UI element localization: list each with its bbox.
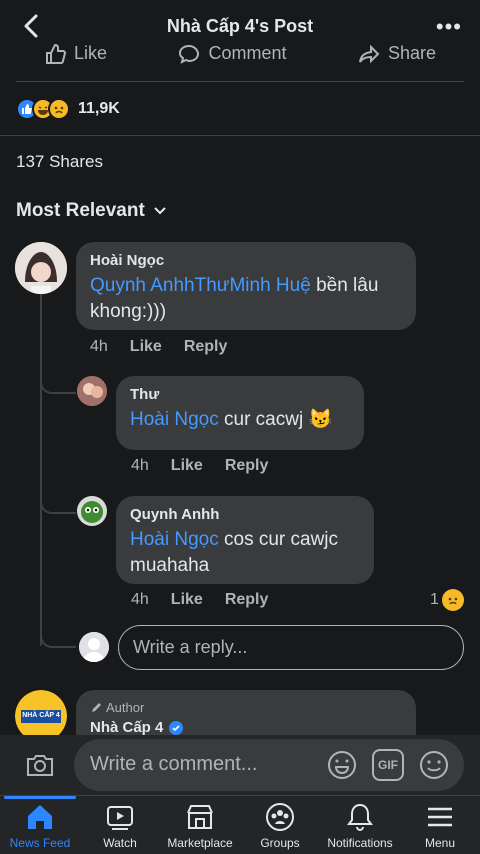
comment-author[interactable]: Thư xyxy=(130,386,350,403)
thread-connector xyxy=(40,622,76,648)
comment-time: 4h xyxy=(131,591,149,608)
comment-time: 4h xyxy=(90,338,108,355)
tab-label: Marketplace xyxy=(167,836,233,850)
menu-icon xyxy=(428,807,452,827)
comment-reply-button[interactable]: Reply xyxy=(225,457,269,475)
chevron-down-icon xyxy=(154,207,166,215)
sad-reaction-icon xyxy=(441,589,464,611)
tab-marketplace[interactable]: Marketplace xyxy=(160,796,240,854)
gif-label: GIF xyxy=(378,758,398,772)
comment-body: cur cacwj xyxy=(218,409,304,430)
pencil-icon xyxy=(92,702,101,712)
reply-bubble[interactable]: Quynh Anhh Hoài Ngọc cos cur cawjc muaha… xyxy=(116,496,374,584)
thread-connector xyxy=(40,370,76,394)
share-label: Share xyxy=(387,44,436,63)
tab-label: News Feed xyxy=(9,836,71,850)
comment-reaction[interactable]: 1 xyxy=(430,589,464,611)
comment-text: Hoài Ngọc cos cur cawjc muahaha xyxy=(130,527,360,579)
avatar[interactable] xyxy=(15,242,67,294)
verified-badge-icon xyxy=(169,720,184,735)
comment-reply-button[interactable]: Reply xyxy=(184,338,228,356)
comment-input[interactable]: Write a comment... xyxy=(74,739,464,791)
thread-line xyxy=(40,292,42,646)
sticker-icon[interactable] xyxy=(326,749,358,781)
avatar[interactable] xyxy=(77,496,107,526)
comment-author[interactable]: Hoài Ngọc xyxy=(90,252,402,269)
comment-label: Comment xyxy=(208,44,287,63)
comment-text: Hoài Ngọc cur cacwj 😼 xyxy=(130,407,350,433)
bell-icon xyxy=(347,803,373,832)
comment-time: 4h xyxy=(131,457,149,474)
like-label: Like xyxy=(74,44,108,63)
author-tag: Author xyxy=(90,700,402,715)
comment-like-button[interactable]: Like xyxy=(130,338,162,356)
bottom-tab-bar: News Feed Watch Marketplace Groups Notif… xyxy=(0,795,480,854)
comment-like-button[interactable]: Like xyxy=(171,591,203,609)
sort-label: Most Relevant xyxy=(16,200,145,221)
shares-count[interactable]: 137 Shares xyxy=(16,152,103,172)
tab-label: Groups xyxy=(260,836,300,850)
thumbs-up-icon xyxy=(46,44,66,64)
reply-input[interactable]: Write a reply... xyxy=(118,625,464,670)
author-name: Nhà Cấp 4 xyxy=(90,719,164,736)
mention-link[interactable]: Hoài Ngọc xyxy=(130,409,219,430)
tab-label: Watch xyxy=(103,836,137,850)
more-options-icon[interactable]: ••• xyxy=(436,14,462,40)
sort-dropdown[interactable]: Most Relevant xyxy=(16,200,167,222)
reaction-summary[interactable]: 11,9K xyxy=(16,96,120,122)
comment-button[interactable]: Comment xyxy=(178,44,287,65)
comment-meta: 4h Like Reply xyxy=(131,457,268,475)
mention-link[interactable]: Hoài Ngọc xyxy=(130,529,219,550)
gif-button[interactable]: GIF xyxy=(372,749,404,781)
tab-watch[interactable]: Watch xyxy=(80,796,160,854)
share-button[interactable]: Share xyxy=(358,44,436,65)
author-tag-label: Author xyxy=(106,700,145,715)
tab-menu[interactable]: Menu xyxy=(400,796,480,854)
divider xyxy=(0,135,480,136)
tab-news-feed[interactable]: News Feed xyxy=(0,796,80,854)
comment-text: Quynh AnhhThưMinh Huệ bền lâu khong:))) xyxy=(90,273,402,325)
reply-bubble[interactable]: Thư Hoài Ngọc cur cacwj 😼 xyxy=(116,376,364,450)
like-button[interactable]: Like xyxy=(44,44,107,65)
page-avatar-logo-text: NHÀ CẤP 4 xyxy=(22,712,60,719)
avatar[interactable] xyxy=(77,376,107,406)
groups-icon xyxy=(266,803,294,831)
back-arrow-icon[interactable] xyxy=(18,12,46,40)
avatar xyxy=(79,632,109,662)
page-title: Nhà Cấp 4's Post xyxy=(166,15,314,36)
camera-icon[interactable] xyxy=(24,749,56,781)
comment-like-button[interactable]: Like xyxy=(171,457,203,475)
tab-label: Menu xyxy=(424,836,456,850)
reaction-count: 11,9K xyxy=(78,100,120,117)
tab-notifications[interactable]: Notifications xyxy=(320,796,400,854)
comment-author[interactable]: Quynh Anhh xyxy=(130,506,360,523)
emoji-icon[interactable] xyxy=(418,749,450,781)
store-icon xyxy=(187,805,213,829)
comment-reaction-count: 1 xyxy=(430,591,439,608)
mention-link[interactable]: Quynh AnhhThưMinh Huệ xyxy=(90,275,311,296)
comment-reply-button[interactable]: Reply xyxy=(225,591,269,609)
share-icon xyxy=(358,44,380,63)
sad-reaction-icon xyxy=(48,98,70,120)
comment-meta: 4h Like Reply xyxy=(131,591,268,609)
comment-meta: 4h Like Reply xyxy=(90,338,227,356)
comment-author[interactable]: Nhà Cấp 4 xyxy=(90,719,402,736)
tab-label: Notifications xyxy=(327,836,393,850)
comment-composer: Write a comment... GIF xyxy=(0,735,480,795)
smirk-cat-emoji-icon: 😼 xyxy=(308,409,333,430)
post-action-row: Like Comment Share xyxy=(16,44,464,82)
comment-icon xyxy=(179,44,200,64)
thread-connector xyxy=(40,490,76,514)
tab-groups[interactable]: Groups xyxy=(240,796,320,854)
comment-bubble[interactable]: Hoài Ngọc Quynh AnhhThưMinh Huệ bền lâu … xyxy=(76,242,416,330)
home-icon xyxy=(28,805,52,829)
video-icon xyxy=(107,806,133,830)
